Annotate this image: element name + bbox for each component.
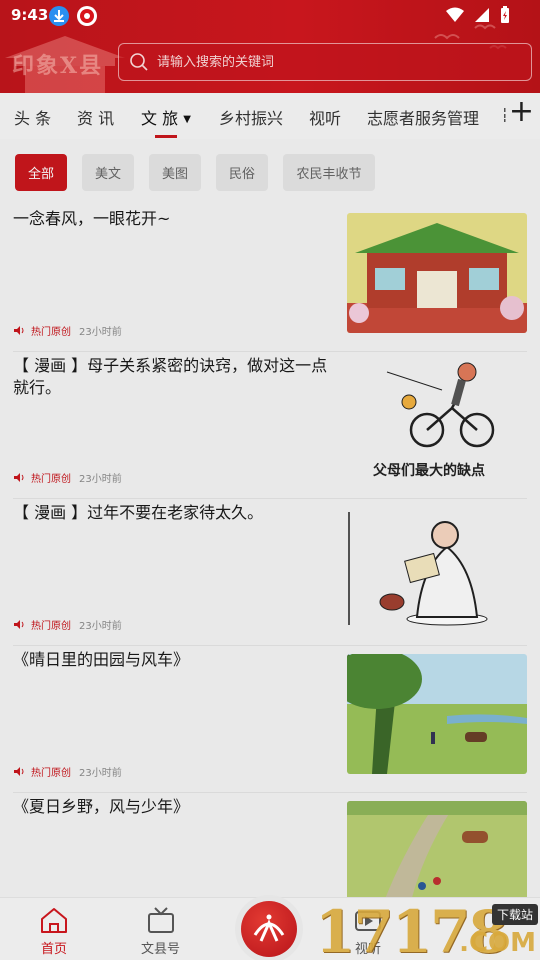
status-time: 9:43 — [11, 6, 49, 24]
speaker-icon — [14, 620, 24, 629]
search-icon — [130, 53, 148, 71]
list-item[interactable]: 一念春风，一眼花开~ 热门原创 23小时前 — [13, 205, 527, 352]
tv-icon — [147, 907, 174, 933]
article-title: 一念春风，一眼花开~ — [13, 209, 171, 228]
app-logo[interactable]: 印象X县 — [12, 48, 103, 80]
article-title: 【 漫画 】母子关系紧密的诀窍，做对这一点就行。 — [13, 356, 328, 397]
speaker-icon — [14, 473, 24, 482]
article-tag: 热门原创 — [31, 768, 71, 779]
cartoon-reading-icon — [348, 512, 488, 626]
filter-chips: 全部 美文 美图 民俗 农民丰收节 — [15, 154, 390, 191]
nav-county-account[interactable]: 文县号 — [141, 906, 180, 957]
article-time: 23小时前 — [79, 474, 122, 485]
thumbnail-caption: 父母们最大的缺点 — [373, 463, 485, 479]
article-meta: 热门原创 23小时前 — [13, 617, 122, 632]
article-tag: 热门原创 — [31, 327, 71, 338]
article-tag: 热门原创 — [31, 474, 71, 485]
status-bar: 9:43 — [0, 0, 540, 30]
dropdown-caret-icon: ▼ — [183, 114, 191, 125]
tab-culture-tourism-label: 文 旅 — [141, 109, 179, 128]
add-tab-icon[interactable]: + — [509, 97, 534, 127]
home-icon — [41, 908, 67, 933]
watermark-com: .COM — [459, 928, 536, 958]
tab-culture-tourism[interactable]: 文 旅 ▼ — [141, 105, 191, 138]
watermark-download: 下载站 — [491, 904, 538, 925]
article-thumbnail[interactable] — [347, 654, 527, 774]
download-icon — [49, 6, 69, 26]
nav-home[interactable]: 首页 — [38, 906, 70, 957]
tab-rural-revitalization[interactable]: 乡村振兴 — [219, 105, 283, 129]
article-list: 一念春风，一眼花开~ 热门原创 23小时前 【 漫画 】母子关系紧密的诀窍，做对… — [0, 205, 540, 940]
nav-county-account-label: 文县号 — [141, 942, 181, 957]
article-thumbnail[interactable] — [347, 507, 527, 627]
wifi-icon — [446, 7, 464, 22]
speaker-icon — [14, 326, 24, 335]
article-thumbnail[interactable]: 父母们最大的缺点 — [347, 360, 527, 480]
temple-painting-icon — [347, 213, 527, 333]
app-notification-icon — [77, 6, 97, 26]
center-logo-button[interactable] — [241, 901, 297, 957]
article-title: 《夏日乡野，风与少年》 — [13, 797, 190, 816]
article-title: 《晴日里的田园与风车》 — [13, 650, 190, 669]
category-tabs: 头 条 资 讯 文 旅 ▼ 乡村振兴 视听 志愿者服务管理 + — [0, 93, 540, 139]
speaker-icon — [14, 767, 24, 776]
article-meta: 热门原创 23小时前 — [13, 470, 122, 485]
nav-home-label: 首页 — [40, 942, 67, 957]
tab-headlines[interactable]: 头 条 — [14, 105, 51, 129]
article-time: 23小时前 — [79, 327, 122, 338]
tab-news[interactable]: 资 讯 — [77, 105, 114, 129]
list-item[interactable]: 《晴日里的田园与风车》 热门原创 23小时前 — [13, 646, 527, 793]
battery-icon — [501, 6, 509, 23]
article-thumbnail[interactable] — [347, 213, 527, 333]
article-tag: 热门原创 — [31, 621, 71, 632]
article-time: 23小时前 — [79, 768, 122, 779]
article-meta: 热门原创 23小时前 — [13, 323, 122, 338]
tab-audiovisual[interactable]: 视听 — [309, 105, 341, 129]
search-bar[interactable] — [118, 43, 532, 81]
countryside-field-icon — [347, 654, 527, 774]
signal-icon — [475, 8, 489, 22]
list-item[interactable]: 【 漫画 】母子关系紧密的诀窍，做对这一点就行。 热门原创 23小时前 父母们最… — [13, 352, 527, 499]
header: 印象X县 9:43 — [0, 0, 540, 93]
article-meta: 热门原创 23小时前 — [13, 764, 122, 779]
search-input[interactable] — [157, 54, 497, 70]
site-watermark: 17178 下载站 .COM — [315, 898, 540, 960]
chip-folklore[interactable]: 民俗 — [216, 154, 268, 191]
tab-volunteer-service[interactable]: 志愿者服务管理 — [367, 105, 479, 129]
chip-essays[interactable]: 美文 — [82, 154, 134, 191]
center-logo-icon — [253, 914, 285, 942]
chip-all[interactable]: 全部 — [15, 154, 67, 191]
list-item[interactable]: 【 漫画 】过年不要在老家待太久。 热门原创 23小时前 — [13, 499, 527, 646]
chip-harvest-festival[interactable]: 农民丰收节 — [283, 154, 375, 191]
chip-photos[interactable]: 美图 — [149, 154, 201, 191]
article-title: 【 漫画 】过年不要在老家待太久。 — [13, 503, 264, 522]
article-time: 23小时前 — [79, 621, 122, 632]
